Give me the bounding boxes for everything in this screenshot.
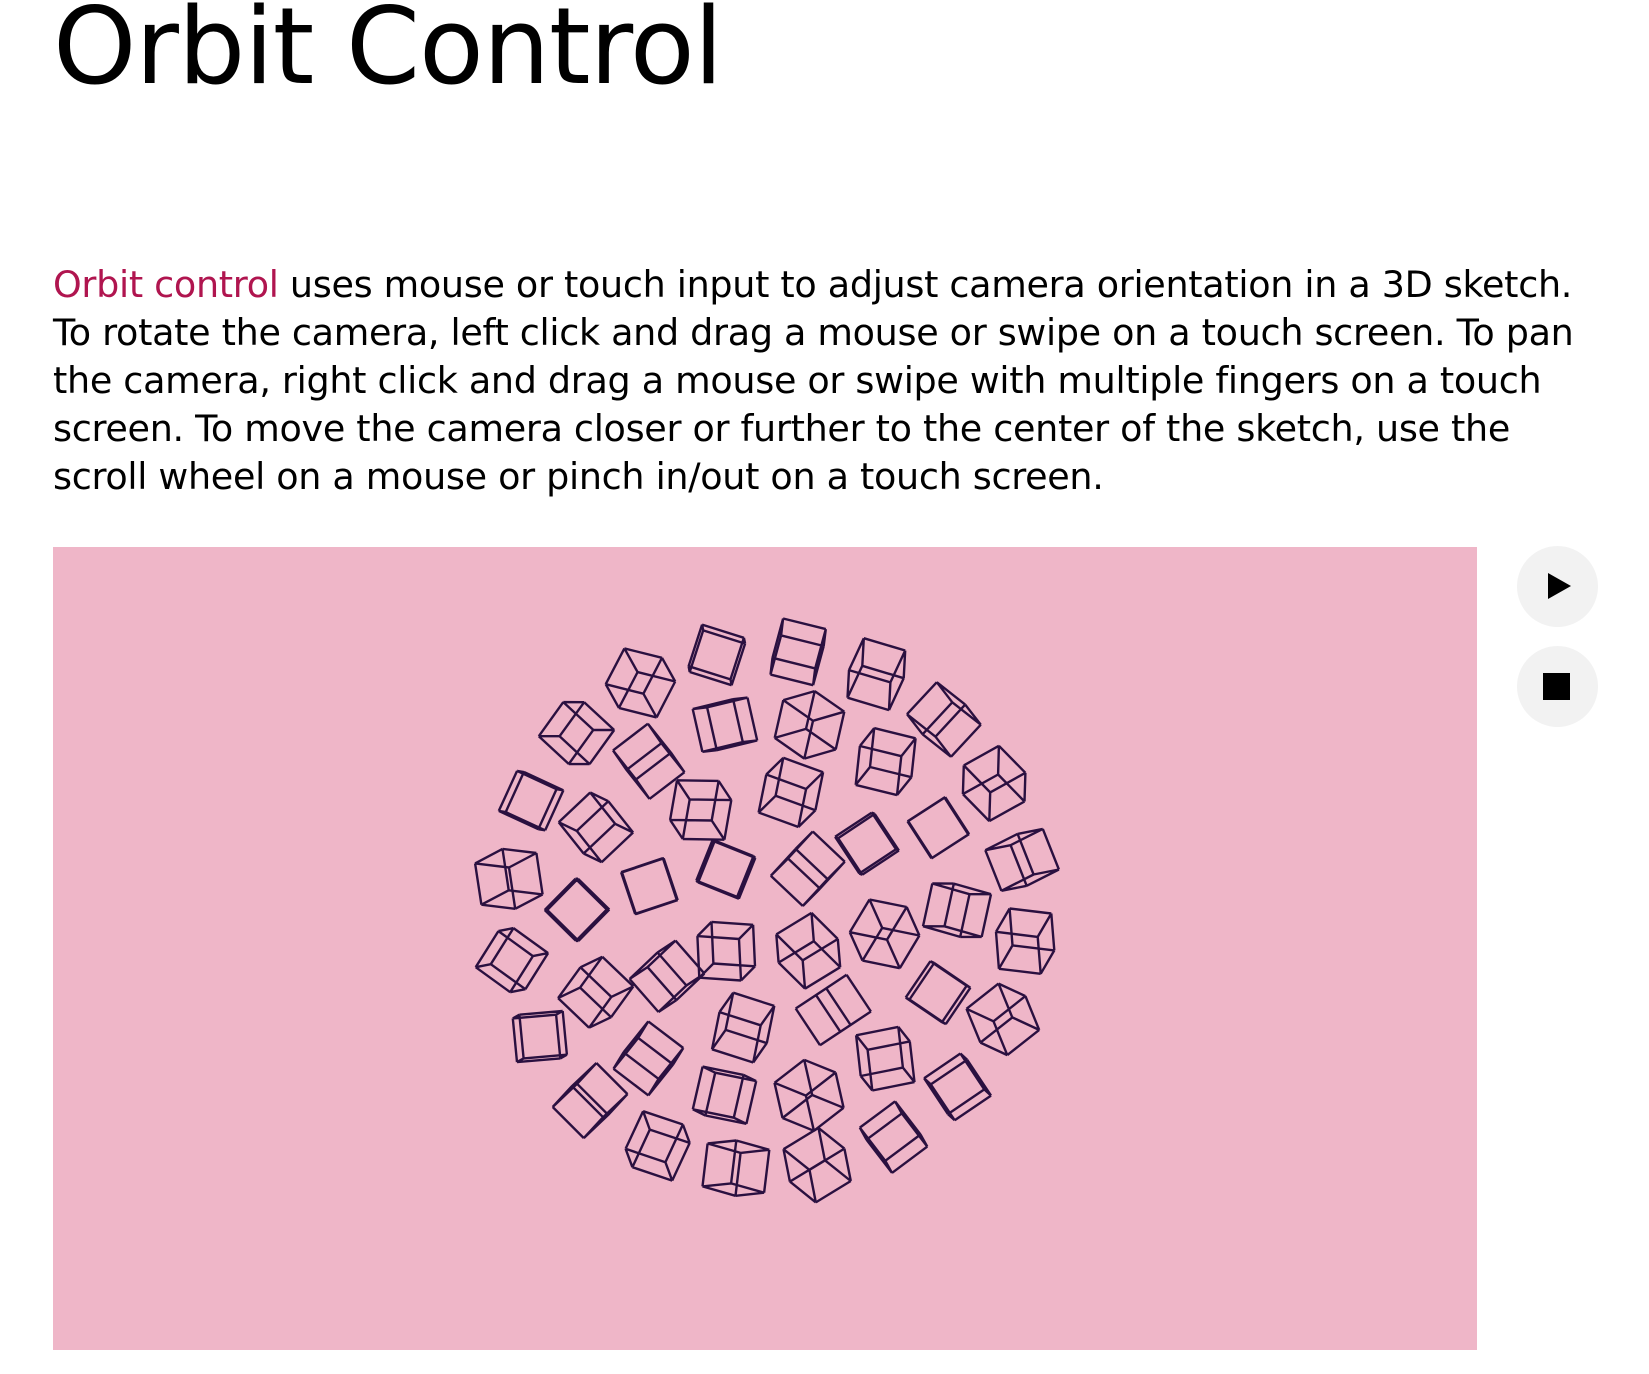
wireframe-box: [961, 744, 1027, 823]
wireframe-box: [834, 811, 900, 876]
wireframe-box: [612, 1020, 685, 1097]
wireframe-box: [696, 920, 757, 982]
page-title: Orbit Control: [53, 0, 723, 108]
stop-button[interactable]: [1517, 646, 1598, 727]
wireframe-box: [619, 857, 679, 916]
wireframe-box: [848, 898, 921, 970]
wireframe-box: [473, 847, 544, 910]
stop-icon: [1543, 673, 1570, 700]
wireframe-box: [904, 960, 972, 1026]
wireframe-box: [551, 1062, 629, 1139]
wireframe-box: [557, 791, 635, 864]
sketch-scene: [473, 617, 1061, 1204]
wireframe-box: [854, 1025, 916, 1092]
wireframe-box: [773, 689, 846, 760]
sketch-canvas[interactable]: [53, 547, 1477, 1350]
wireframe-box: [769, 830, 846, 907]
wireframe-box: [612, 722, 686, 800]
wireframe-box: [695, 838, 757, 900]
wireframe-box: [846, 637, 907, 712]
wireframe-box: [624, 1110, 691, 1182]
wireframe-box: [757, 756, 825, 829]
wireframe-box: [691, 696, 759, 753]
wireframe-box: [921, 882, 993, 939]
wireframe-box: [923, 1052, 992, 1122]
description-body: uses mouse or touch input to adjust came…: [53, 263, 1574, 498]
wireframe-box: [691, 1065, 758, 1125]
description: Orbit control uses mouse or touch input …: [53, 261, 1613, 501]
play-icon: [1548, 573, 1571, 599]
wireframe-box: [769, 617, 827, 687]
wireframe-box: [511, 1009, 569, 1064]
wireframe-box: [858, 1100, 929, 1174]
wireframe-box: [628, 939, 706, 1013]
wireframe-box: [984, 827, 1061, 892]
wireframe-box: [687, 623, 747, 687]
wireframe-box: [775, 911, 842, 990]
wireframe-box: [782, 1126, 852, 1204]
wireframe-box: [701, 1139, 771, 1197]
play-button[interactable]: [1517, 546, 1598, 627]
wireframe-box: [906, 681, 982, 758]
wireframe-box: [710, 991, 776, 1064]
wireframe-box: [854, 726, 917, 797]
wireframe-box: [773, 1058, 845, 1132]
wireframe-box: [994, 907, 1056, 975]
wireframe-box: [604, 647, 677, 719]
wireframe-box: [543, 877, 611, 943]
wireframe-box: [474, 926, 550, 994]
wireframe-box: [965, 982, 1041, 1057]
wireframe-box: [668, 779, 733, 841]
wireframe-box: [906, 796, 971, 860]
wireframe-box: [537, 700, 616, 766]
orbit-control-link[interactable]: Orbit control: [53, 263, 279, 306]
wireframe-box: [497, 769, 565, 832]
wireframe-box: [557, 955, 635, 1029]
